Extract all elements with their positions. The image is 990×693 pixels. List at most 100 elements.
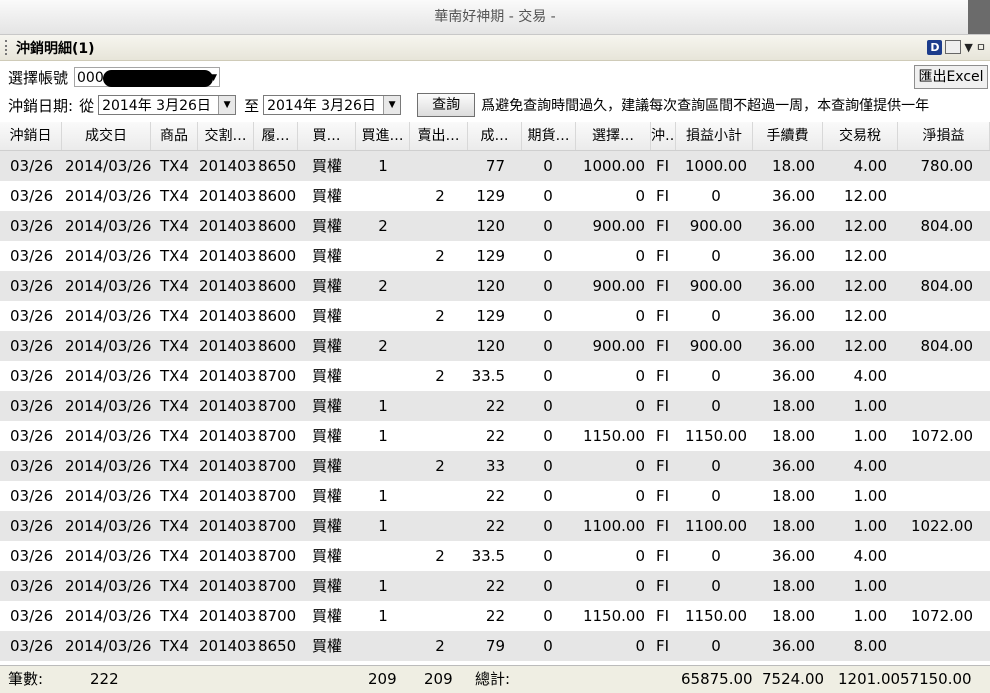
drag-grip-icon[interactable]: [5, 40, 10, 55]
table-cell: 買權: [312, 217, 343, 235]
table-row[interactable]: 03/26 2014/03/26 TX4 201403 8600 買權 2 120 0 900.0…: [0, 331, 990, 361]
table-cell: 120: [476, 217, 505, 235]
calendar-dropdown-icon[interactable]: ▼: [383, 96, 401, 114]
column-header[interactable]: 買進…: [356, 122, 410, 150]
fee-total: 7524.00: [762, 670, 825, 688]
table-cell: 1022.00: [910, 517, 973, 535]
calendar-dropdown-icon[interactable]: ▼: [218, 96, 236, 114]
to-date-value: 2014年 3月26日: [267, 98, 376, 114]
table-row[interactable]: 03/26 2014/03/26 TX4 201403 8700 買權 1 22 0 1150.0…: [0, 421, 990, 451]
table-cell: 8700: [258, 577, 297, 595]
table-cell: 804.00: [920, 277, 974, 295]
to-date-picker[interactable]: 2014年 3月26日 ▼: [263, 95, 402, 115]
column-header[interactable]: 沖…: [651, 122, 676, 150]
table-row[interactable]: 03/26 2014/03/26 TX4 201403 8700 買權 2 33 0 0 FI 0 36…: [0, 451, 990, 481]
table-cell: 2014/03/26: [65, 517, 152, 535]
query-button[interactable]: 查詢: [417, 93, 476, 117]
buy-total: 209: [368, 670, 397, 688]
table-cell: 8650: [258, 157, 297, 175]
table-row[interactable]: 03/26 2014/03/26 TX4 201403 8700 買權 2 33.5 0 0 FI 0…: [0, 361, 990, 391]
table-cell: 201403: [199, 307, 257, 325]
table-row[interactable]: 03/26 2014/03/26 TX4 201403 8600 買權 2 120 0 900.0…: [0, 271, 990, 301]
query-notice: 爲避免查詢時間過久，建議每次查詢區間不超過一周，本查詢僅提供一年: [481, 98, 930, 114]
results-table: 沖銷日成交日商品交割…履…買…買進…賣出…成…期貨…選擇…沖…損益小計手續費交易…: [0, 122, 990, 661]
column-header[interactable]: 賣出…: [410, 122, 468, 150]
table-cell: FI: [656, 547, 670, 565]
table-row[interactable]: 03/26 2014/03/26 TX4 201403 8700 買權 1 22 0 0 FI 0 18…: [0, 391, 990, 421]
table-cell: 2014/03/26: [65, 247, 152, 265]
table-cell: [853, 391, 973, 421]
window-icon[interactable]: [945, 40, 962, 54]
table-row[interactable]: 03/26 2014/03/26 TX4 201403 8650 買權 2 79 0 0 FI 0 36…: [0, 631, 990, 661]
d-icon[interactable]: D: [927, 39, 943, 55]
table-row[interactable]: 03/26 2014/03/26 TX4 201403 8600 買權 2 120 0 900.0…: [0, 211, 990, 241]
table-cell: 2014/03/26: [65, 337, 152, 355]
table-cell: 201403: [199, 637, 257, 655]
table-cell: TX4: [160, 427, 189, 445]
table-cell: FI: [656, 397, 670, 415]
table-cell: FI: [656, 247, 670, 265]
column-header[interactable]: 沖銷日: [0, 122, 62, 150]
table-cell: 201403: [199, 577, 257, 595]
table-cell: 2014/03/26: [65, 187, 152, 205]
table-cell: [853, 541, 973, 571]
account-select[interactable]: 000 ▼: [74, 67, 221, 88]
export-excel-button[interactable]: 匯出Excel: [914, 65, 988, 89]
column-header[interactable]: 損益小計: [676, 122, 753, 150]
column-header[interactable]: 成交日: [62, 122, 151, 150]
table-row[interactable]: 03/26 2014/03/26 TX4 201403 8700 買權 1 22 0 0 FI 0 18…: [0, 481, 990, 511]
dropdown-arrow-icon[interactable]: ▼: [964, 41, 972, 54]
table-cell: 201403: [199, 337, 257, 355]
table-cell: [853, 301, 973, 331]
table-cell: TX4: [160, 157, 189, 175]
column-header[interactable]: 成…: [468, 122, 522, 150]
column-header[interactable]: 交易稅: [823, 122, 898, 150]
table-cell: 8700: [258, 547, 297, 565]
pin-icon[interactable]: ㅁ: [976, 39, 986, 55]
chevron-down-icon[interactable]: ▼: [210, 68, 217, 88]
table-cell: 8600: [258, 217, 297, 235]
table-cell: 22: [485, 427, 505, 445]
table-row[interactable]: 03/26 2014/03/26 TX4 201403 8700 買權 1 22 0 1150.0…: [0, 601, 990, 631]
table-cell: 22: [485, 397, 505, 415]
table-row[interactable]: 03/26 2014/03/26 TX4 201403 8600 買權 2 129 0 0 FI 0 3…: [0, 241, 990, 271]
table-cell: 33.5: [471, 547, 505, 565]
table-cell: 129: [476, 307, 505, 325]
table-cell: 1100.00: [582, 517, 645, 535]
table-cell: 8700: [258, 367, 297, 385]
column-header[interactable]: 交割…: [198, 122, 254, 150]
column-header[interactable]: 履…: [254, 122, 298, 150]
account-value: 000: [77, 70, 104, 86]
column-header[interactable]: 選擇…: [576, 122, 651, 150]
table-cell: 03/26: [10, 517, 54, 535]
table-cell: 201403: [199, 607, 257, 625]
table-cell: 2014/03/26: [65, 577, 152, 595]
column-header[interactable]: 淨損益: [898, 122, 990, 150]
table-cell: 900.00: [592, 337, 646, 355]
column-header[interactable]: 買…: [298, 122, 356, 150]
table-row[interactable]: 03/26 2014/03/26 TX4 201403 8700 買權 1 22 0 1100.0…: [0, 511, 990, 541]
table-cell: 8600: [258, 247, 297, 265]
table-cell: 33: [485, 457, 505, 475]
table-row[interactable]: 03/26 2014/03/26 TX4 201403 8650 買權 1 77 0 1000.0…: [0, 151, 990, 181]
column-header[interactable]: 手續費: [753, 122, 823, 150]
table-cell: 買權: [312, 397, 343, 415]
table-cell: 120: [476, 337, 505, 355]
table-cell: 79: [485, 637, 505, 655]
table-row[interactable]: 03/26 2014/03/26 TX4 201403 8700 買權 2 33.5 0 0 FI 0…: [0, 541, 990, 571]
table-header: 沖銷日成交日商品交割…履…買…買進…賣出…成…期貨…選擇…沖…損益小計手續費交易…: [0, 122, 990, 151]
count-label: 筆數:: [8, 670, 44, 688]
table-cell: FI: [656, 187, 670, 205]
table-cell: 1072.00: [910, 427, 973, 445]
column-header[interactable]: 商品: [151, 122, 198, 150]
table-cell: 03/26: [10, 547, 54, 565]
table-cell: 買權: [312, 607, 343, 625]
account-label: 選擇帳號: [8, 68, 69, 87]
table-cell: 2014/03/26: [65, 457, 152, 475]
table-row[interactable]: 03/26 2014/03/26 TX4 201403 8600 買權 2 129 0 0 FI 0 3…: [0, 301, 990, 331]
table-row[interactable]: 03/26 2014/03/26 TX4 201403 8700 買權 1 22 0 0 FI 0 18…: [0, 571, 990, 601]
from-date-picker[interactable]: 2014年 3月26日 ▼: [98, 95, 237, 115]
column-header[interactable]: 期貨…: [522, 122, 576, 150]
table-row[interactable]: 03/26 2014/03/26 TX4 201403 8600 買權 2 129 0 0 FI 0 3…: [0, 181, 990, 211]
table-cell: 2014/03/26: [65, 427, 152, 445]
